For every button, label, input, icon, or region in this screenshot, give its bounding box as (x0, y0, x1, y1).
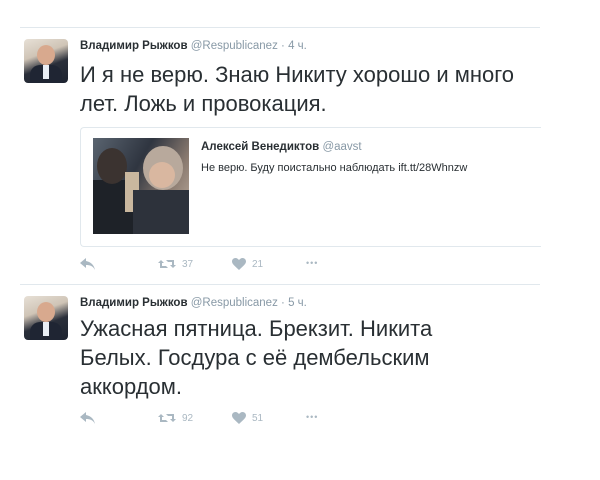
more-icon: ••• (306, 258, 319, 268)
separator: · (281, 40, 285, 52)
quoted-tweet-link[interactable]: ift.tt/28Whnzw (398, 162, 467, 174)
more-button[interactable]: ••• (306, 412, 318, 422)
reply-button[interactable] (80, 258, 96, 271)
retweet-button[interactable]: 37 (158, 258, 193, 270)
separator: · (281, 297, 285, 309)
author-name[interactable]: Владимир Рыжков (80, 40, 188, 52)
like-count: 51 (252, 412, 264, 424)
timestamp[interactable]: 4 ч. (288, 40, 307, 52)
timestamp[interactable]: 5 ч. (288, 297, 307, 309)
tweet-header: Владимир Рыжков @Respublicanez · 5 ч. (80, 296, 307, 310)
quoted-tweet-text: Не верю. Буду поистально наблюдать ift.t… (201, 161, 467, 175)
tweet-text: Ужасная пятница. Брекзит. Никита Белых. … (80, 316, 433, 399)
quoted-tweet-body: Не верю. Буду поистально наблюдать (201, 162, 396, 174)
tweet-header: Владимир Рыжков @Respublicanez · 4 ч. (80, 39, 307, 53)
quoted-tweet[interactable]: Алексей Венедиктов @aavst Не верю. Буду … (80, 127, 541, 247)
quoted-author-handle[interactable]: @aavst (322, 141, 361, 153)
retweet-count: 92 (182, 412, 194, 424)
top-divider (20, 27, 540, 28)
quoted-tweet-header: Алексей Венедиктов @aavst (201, 140, 362, 154)
heart-icon (232, 258, 246, 270)
more-icon: ••• (306, 412, 319, 422)
quoted-tweet-photo (93, 138, 189, 234)
author-name[interactable]: Владимир Рыжков (80, 297, 188, 309)
reply-icon (80, 258, 95, 270)
retweet-count: 37 (182, 258, 194, 270)
reply-button[interactable] (80, 412, 96, 425)
tweet-text: И я не верю. Знаю Никиту хорошо и много … (80, 62, 515, 116)
author-handle[interactable]: @Respublicanez (191, 297, 278, 309)
avatar[interactable] (24, 39, 68, 83)
tweet-divider (20, 284, 540, 285)
quoted-author-name[interactable]: Алексей Венедиктов (201, 141, 319, 153)
heart-icon (232, 412, 246, 424)
author-handle[interactable]: @Respublicanez (191, 40, 278, 52)
retweet-icon (158, 414, 176, 422)
retweet-icon (158, 260, 176, 268)
more-button[interactable]: ••• (306, 258, 318, 268)
like-button[interactable]: 51 (232, 412, 263, 424)
avatar[interactable] (24, 296, 68, 340)
retweet-button[interactable]: 92 (158, 412, 193, 424)
like-count: 21 (252, 258, 264, 270)
reply-icon (80, 412, 95, 424)
like-button[interactable]: 21 (232, 258, 263, 270)
